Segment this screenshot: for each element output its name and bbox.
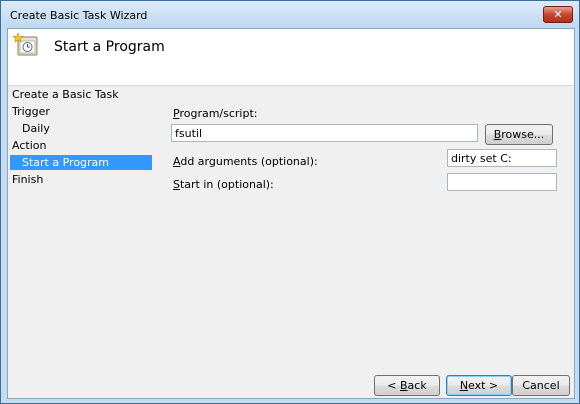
add-arguments-label: Add arguments (optional): [173,155,318,168]
nav-step-create-basic-task[interactable]: Create a Basic Task [12,87,119,102]
nav-step-finish[interactable]: Finish [12,172,43,187]
wizard-client-area: Start a Program Create a Basic Task Trig… [7,28,575,399]
title-bar[interactable]: Create Basic Task Wizard ✕ [1,1,579,28]
nav-step-start-a-program[interactable]: Start a Program [10,155,152,170]
cancel-button[interactable]: Cancel [512,375,570,396]
add-arguments-input[interactable]: dirty set C: [447,149,557,167]
start-in-label: Start in (optional): [173,178,274,191]
page-title: Start a Program [54,39,165,55]
close-icon: ✕ [553,8,563,21]
close-button[interactable]: ✕ [543,6,573,23]
wizard-window: Create Basic Task Wizard ✕ Start a Progr… [0,0,580,404]
nav-step-action[interactable]: Action [12,138,46,153]
window-title: Create Basic Task Wizard [10,9,148,22]
wizard-header: Start a Program [8,29,574,86]
task-clock-icon [12,32,38,56]
next-button[interactable]: Next > [446,375,512,396]
start-in-input[interactable] [447,173,557,191]
nav-step-trigger[interactable]: Trigger [12,104,50,119]
back-button[interactable]: < Back [374,375,440,396]
program-script-label: Program/script: [173,107,258,120]
wizard-step-nav: Create a Basic Task Trigger Daily Action… [8,86,154,398]
program-script-input[interactable]: fsutil [171,124,478,142]
browse-button[interactable]: Browse... [485,124,553,145]
nav-step-daily[interactable]: Daily [22,121,50,136]
